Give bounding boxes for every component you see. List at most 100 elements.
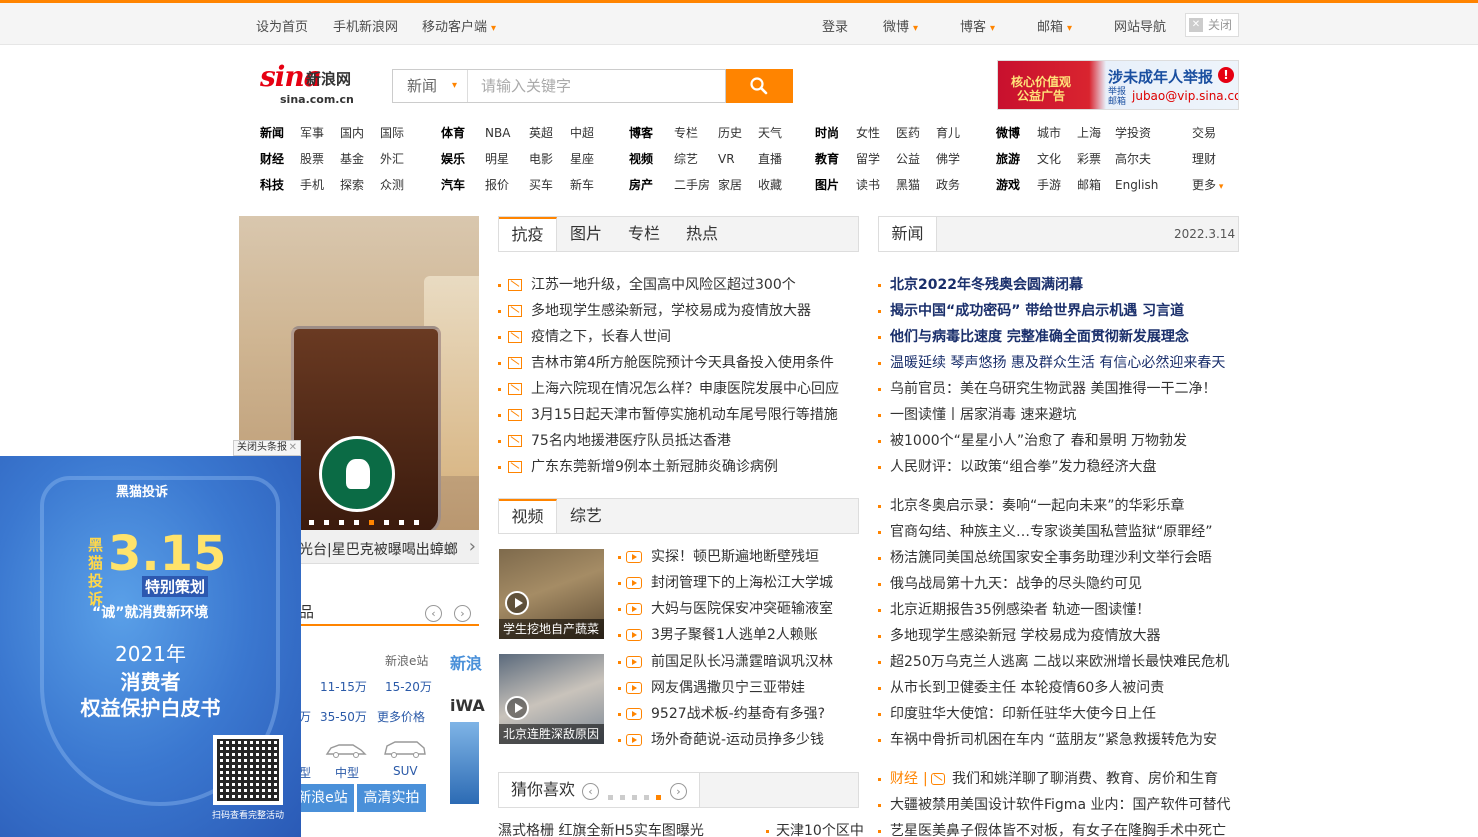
nav-link[interactable]: 上海 xyxy=(1077,125,1101,141)
tab-video[interactable]: 视频 xyxy=(499,499,557,533)
nav-link[interactable]: 外汇 xyxy=(380,151,404,167)
price-range-link[interactable]: 35-50万 xyxy=(320,708,367,725)
nav-link[interactable]: 直播 xyxy=(758,151,782,167)
nav-link[interactable]: 医药 xyxy=(896,125,920,141)
list-item[interactable]: 人民财评：以政策“组合拳”发力稳经济大盘 xyxy=(878,454,1239,480)
close-ad-button[interactable]: 关闭头条报 ✕ xyxy=(233,440,301,456)
chevron-right-icon[interactable]: › xyxy=(454,605,471,622)
mobile-client-menu[interactable]: 移动客户端 ▾ xyxy=(422,16,496,35)
nav-link[interactable]: 手游 xyxy=(1037,177,1061,193)
list-item[interactable]: 杨洁篪同美国总统国家安全事务助理沙利文举行会晤 xyxy=(878,545,1239,571)
nav-link[interactable]: 综艺 xyxy=(674,151,698,167)
nav-link[interactable]: 房产 xyxy=(629,177,653,193)
list-item[interactable]: 多地现学生感染新冠 学校易成为疫情放大器 xyxy=(878,623,1239,649)
pager-dot[interactable] xyxy=(324,520,329,525)
nav-link[interactable]: 理财 xyxy=(1192,151,1216,167)
list-item[interactable]: 3男子聚餐1人逃单2人赖账 xyxy=(618,622,859,648)
nav-link[interactable]: 财经 xyxy=(260,151,284,167)
tab-variety[interactable]: 综艺 xyxy=(557,499,615,533)
nav-link[interactable]: 图片 xyxy=(815,177,839,193)
list-item[interactable]: 艺星医美鼻子假体皆不对板，有女子在隆胸手术中死亡 xyxy=(878,818,1239,837)
list-item[interactable]: 75名内地援港医疗队员抵达香港 xyxy=(498,428,859,454)
mail-menu[interactable]: 邮箱 ▾ xyxy=(1037,16,1072,35)
nav-link[interactable]: 明星 xyxy=(485,151,509,167)
nav-link[interactable]: 公益 xyxy=(896,151,920,167)
report-ad-banner[interactable]: 核心价值观 公益广告 涉未成年人举报 ! 举报邮箱 jubao@vip.sina… xyxy=(997,60,1239,110)
nav-link[interactable]: 教育 xyxy=(815,151,839,167)
finance-tag[interactable]: 财经 xyxy=(890,766,918,792)
list-item[interactable]: 从市长到卫健委主任 本轮疫情60多人被问责 xyxy=(878,675,1239,701)
nav-link[interactable]: 收藏 xyxy=(758,177,782,193)
nav-link[interactable]: 家居 xyxy=(718,177,742,193)
list-item[interactable]: 被1000个“星星小人”治愈了 春和景明 万物勃发 xyxy=(878,428,1239,454)
tab-hot[interactable]: 热点 xyxy=(673,217,731,251)
list-item[interactable]: 实探！顿巴斯遍地断壁残垣 xyxy=(618,544,859,570)
nav-link[interactable]: 买车 xyxy=(529,177,553,193)
nav-link[interactable]: 体育 xyxy=(441,125,465,141)
nav-link[interactable]: 军事 xyxy=(300,125,324,141)
chevron-right-icon[interactable]: › xyxy=(469,536,476,557)
nav-link[interactable]: 黑猫 xyxy=(896,177,920,193)
nav-link[interactable]: 国际 xyxy=(380,125,404,141)
site-nav-link[interactable]: 网站导航 xyxy=(1114,16,1166,35)
nav-link[interactable]: 娱乐 xyxy=(441,151,465,167)
nav-link[interactable]: 星座 xyxy=(570,151,594,167)
more-price-link[interactable]: 更多价格 xyxy=(377,708,425,725)
nav-link[interactable]: 视频 xyxy=(629,151,653,167)
pager-dot[interactable] xyxy=(608,795,613,800)
nav-link[interactable]: 交易 xyxy=(1192,125,1216,141)
list-item[interactable]: 大妈与医院保安冲突砸输液室 xyxy=(618,596,859,622)
nav-link[interactable]: 新闻 xyxy=(260,125,284,141)
nav-link[interactable]: 更多 ▾ xyxy=(1192,177,1223,195)
list-item[interactable]: 9527战术板-约基奇有多强? xyxy=(618,701,859,727)
price-range-link[interactable]: 15-20万 xyxy=(385,678,432,695)
list-item[interactable]: 濕式格栅 红旗全新H5实车图曝光 xyxy=(498,818,758,837)
list-item[interactable]: 俄乌战局第十九天：战争的尽头隐约可见 xyxy=(878,571,1239,597)
pager-dot[interactable] xyxy=(369,520,374,525)
list-item[interactable]: 3月15日起天津市暂停实施机动车尾号限行等措施 xyxy=(498,402,859,428)
nav-link[interactable]: 留学 xyxy=(856,151,880,167)
list-item[interactable]: 封闭管理下的上海松江大学城 xyxy=(618,570,859,596)
list-item[interactable]: 官商勾结、种族主义…专家谈美国私营监狱“原罪经” xyxy=(878,519,1239,545)
list-item[interactable]: 北京冬奥启示录：奏响“一起向未来”的华彩乐章 xyxy=(878,493,1239,519)
nav-link[interactable]: 佛学 xyxy=(936,151,960,167)
nav-link[interactable]: 时尚 xyxy=(815,125,839,141)
list-item[interactable]: 北京近期报告35例感染者 轨迹一图读懂！ xyxy=(878,597,1239,623)
car-type-link[interactable]: 中型 xyxy=(335,764,359,781)
nav-link[interactable]: 股票 xyxy=(300,151,324,167)
list-item[interactable]: 一图读懂丨居家消毒 速来避坑 xyxy=(878,402,1239,428)
nav-link[interactable]: 电影 xyxy=(529,151,553,167)
nav-link[interactable]: VR xyxy=(718,151,735,167)
nav-link[interactable]: 旅游 xyxy=(996,151,1020,167)
list-item[interactable]: 吉林市第4所方舱医院预计今天具备投入使用条件 xyxy=(498,350,859,376)
list-item[interactable]: 上海六院现在情况怎么样？申康医院发展中心回应 xyxy=(498,376,859,402)
nav-link[interactable]: 学投资 xyxy=(1115,125,1151,141)
nav-link[interactable]: 女性 xyxy=(856,125,880,141)
nav-link[interactable]: 国内 xyxy=(340,125,364,141)
list-item[interactable]: 大疆被禁用美国设计软件Figma 业内：国产软件可替代 xyxy=(878,792,1239,818)
nav-link[interactable]: 中超 xyxy=(570,125,594,141)
tab-photos[interactable]: 图片 xyxy=(557,217,615,251)
nav-link[interactable]: 历史 xyxy=(718,125,742,141)
nav-link[interactable]: 育儿 xyxy=(936,125,960,141)
pager-dot[interactable] xyxy=(656,795,661,800)
list-item[interactable]: 北京2022年冬残奥会圆满闭幕 xyxy=(878,272,1239,298)
nav-link[interactable]: 天气 xyxy=(758,125,782,141)
nav-link[interactable]: 二手房 xyxy=(674,177,710,193)
pager-dot[interactable] xyxy=(309,520,314,525)
nav-link[interactable]: 政务 xyxy=(936,177,960,193)
nav-link[interactable]: 汽车 xyxy=(441,177,465,193)
nav-link[interactable]: 报价 xyxy=(485,177,509,193)
video-thumbnail[interactable]: 北京连胜深敌原因 xyxy=(499,654,604,744)
list-item[interactable]: 揭示中国“成功密码” 带给世界启示机遇 习言道 xyxy=(878,298,1239,324)
nav-link[interactable]: 彩票 xyxy=(1077,151,1101,167)
list-item[interactable]: 前国足队长冯潇霆暗讽巩汉林 xyxy=(618,649,859,675)
list-item[interactable]: 财经 | 我们和姚洋聊了聊消费、教育、房价和生育 xyxy=(878,766,1239,792)
nav-link[interactable]: 新车 xyxy=(570,177,594,193)
pager-dot[interactable] xyxy=(339,520,344,525)
mobile-sina-link[interactable]: 手机新浪网 xyxy=(333,16,398,35)
sina-logo[interactable]: sina 新浪网 sina.com.cn xyxy=(258,60,373,108)
list-item[interactable]: 网友偶遇撒贝宁三亚带娃 xyxy=(618,675,859,701)
nav-link[interactable]: English xyxy=(1115,177,1158,193)
list-item[interactable]: 疫情之下，长春人世间 xyxy=(498,324,859,350)
